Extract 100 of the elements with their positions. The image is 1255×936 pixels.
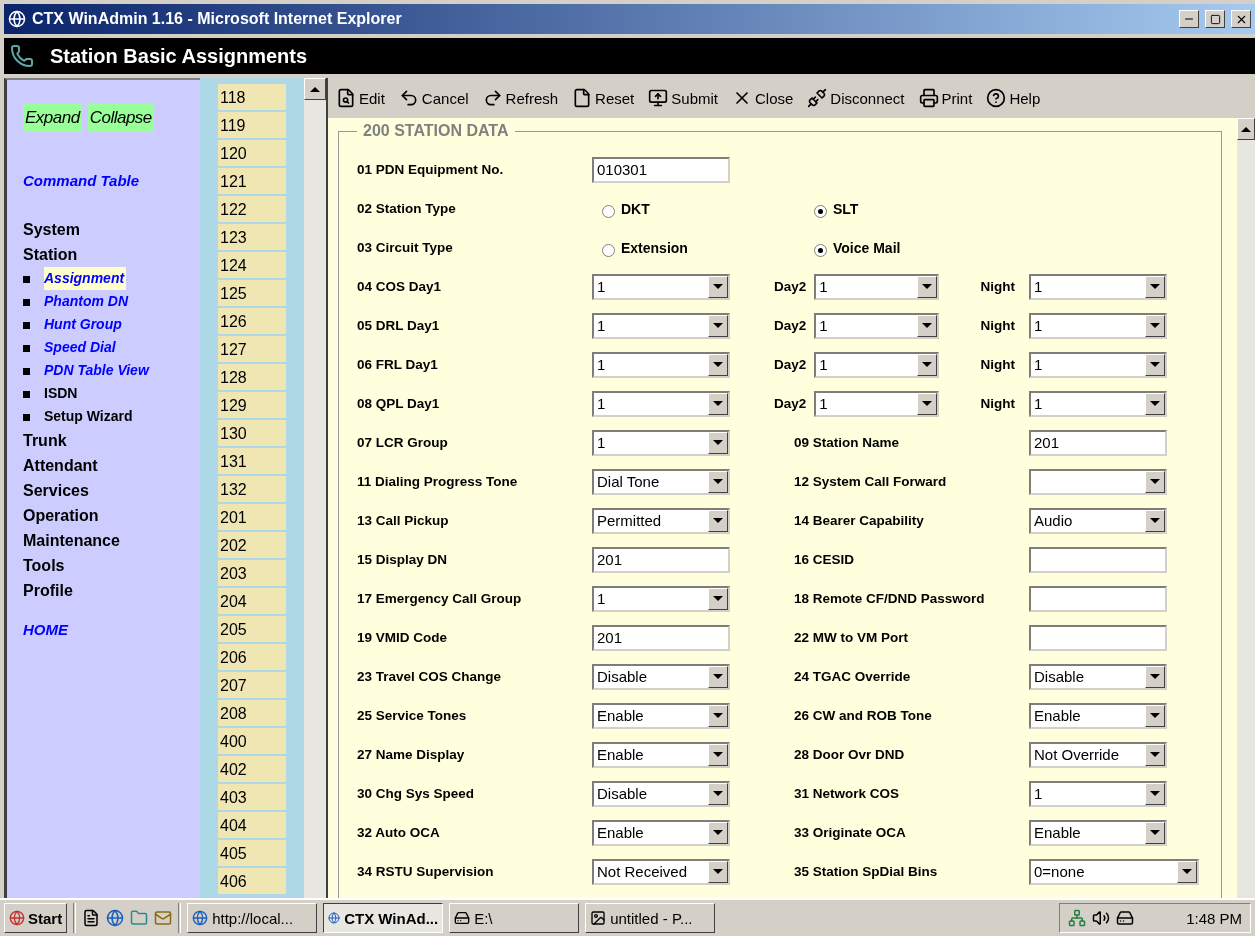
station-number[interactable]: 201 [218, 504, 286, 530]
station-number[interactable]: 202 [218, 532, 286, 558]
submenu-item[interactable]: Speed Dial [44, 336, 154, 359]
radio-option[interactable]: Voice Mail [814, 238, 901, 257]
station-number[interactable]: 132 [218, 476, 286, 502]
dropdown[interactable]: 1 [1029, 780, 1167, 807]
submenu-item[interactable]: PDN Table View [44, 359, 154, 382]
toolbar-button[interactable]: Edit [334, 86, 387, 110]
scroll-up-button[interactable] [1237, 118, 1255, 140]
toolbar-button[interactable]: Submit [646, 86, 720, 110]
dropdown[interactable]: 1 [814, 273, 940, 300]
maximize-button[interactable] [1205, 10, 1225, 28]
dropdown[interactable]: Disable [592, 663, 730, 690]
station-number[interactable]: 130 [218, 420, 286, 446]
menu-item[interactable]: Profile [23, 578, 200, 603]
station-number[interactable]: 206 [218, 644, 286, 670]
radio-button[interactable] [602, 205, 615, 218]
dropdown[interactable]: 1 [592, 585, 730, 612]
folder-icon[interactable] [130, 909, 149, 927]
text-field[interactable]: 201 [592, 624, 730, 651]
text-field[interactable]: 201 [1029, 429, 1167, 456]
menu-item[interactable]: Trunk [23, 428, 200, 453]
dropdown[interactable]: 1 [814, 351, 940, 378]
toolbar-button[interactable]: Reset [570, 86, 637, 110]
station-number[interactable]: 400 [218, 728, 286, 754]
station-number[interactable]: 131 [218, 448, 286, 474]
scroll-up-button[interactable] [304, 78, 326, 100]
dropdown[interactable]: Not Override [1029, 741, 1167, 768]
text-field[interactable] [1029, 546, 1167, 573]
station-number[interactable]: 120 [218, 140, 286, 166]
dropdown[interactable]: 1 [814, 390, 940, 417]
drive-icon[interactable] [1116, 909, 1134, 927]
dropdown[interactable]: 1 [592, 429, 730, 456]
dropdown[interactable]: 1 [592, 390, 730, 417]
station-number[interactable]: 125 [218, 280, 286, 306]
menu-item[interactable]: System [23, 217, 200, 242]
dropdown[interactable]: 1 [592, 351, 730, 378]
menu-item[interactable]: Station [23, 242, 200, 267]
station-number[interactable]: 203 [218, 560, 286, 586]
station-number[interactable]: 118 [218, 84, 286, 110]
browser-icon[interactable] [106, 909, 125, 927]
station-number[interactable]: 126 [218, 308, 286, 334]
start-button[interactable]: Start [4, 903, 68, 933]
text-field[interactable] [1029, 624, 1167, 651]
dropdown[interactable]: Permitted [592, 507, 730, 534]
station-number[interactable]: 124 [218, 252, 286, 278]
text-field[interactable]: 010301 [592, 156, 730, 183]
menu-item[interactable]: Maintenance [23, 528, 200, 553]
dropdown[interactable]: Disable [592, 780, 730, 807]
dropdown[interactable]: 1 [1029, 273, 1167, 300]
radio-option[interactable]: DKT [602, 199, 650, 218]
close-button[interactable] [1231, 10, 1251, 28]
minimize-button[interactable] [1179, 10, 1199, 28]
volume-icon[interactable] [1092, 909, 1110, 927]
station-number[interactable]: 123 [218, 224, 286, 250]
submenu-item[interactable]: ISDN [44, 382, 154, 405]
taskbar-task[interactable]: E:\ [449, 903, 580, 933]
menu-item[interactable]: Attendant [23, 453, 200, 478]
sidebar-button[interactable]: Expand [23, 104, 82, 132]
text-field[interactable]: 201 [592, 546, 730, 573]
dropdown[interactable]: Enable [592, 741, 730, 768]
radio-button[interactable] [814, 244, 827, 257]
taskbar-task[interactable]: untitled - P... [585, 903, 716, 933]
dropdown[interactable]: Enable [1029, 702, 1167, 729]
dropdown[interactable]: Dial Tone [592, 468, 730, 495]
dropdown[interactable]: 1 [1029, 390, 1167, 417]
radio-option[interactable]: Extension [602, 238, 688, 257]
radio-button[interactable] [602, 244, 615, 257]
dropdown[interactable]: Enable [592, 702, 730, 729]
toolbar-button[interactable]: Help [984, 86, 1043, 110]
dropdown[interactable] [1029, 468, 1167, 495]
submenu-item[interactable]: Assignment [44, 267, 127, 290]
taskbar-task[interactable]: http://local... [187, 903, 318, 933]
taskbar-task[interactable]: CTX WinAd... [323, 903, 444, 933]
submenu-item[interactable]: Phantom DN [44, 290, 154, 313]
submenu-item[interactable]: Setup Wizard [44, 405, 154, 428]
dropdown[interactable]: 1 [1029, 351, 1167, 378]
station-number[interactable]: 207 [218, 672, 286, 698]
station-number[interactable]: 205 [218, 616, 286, 642]
menu-item[interactable]: Operation [23, 503, 200, 528]
menu-item[interactable]: Services [23, 478, 200, 503]
dropdown[interactable]: 0=none [1029, 858, 1199, 885]
dropdown[interactable]: Disable [1029, 663, 1167, 690]
menu-item[interactable]: Tools [23, 553, 200, 578]
station-number[interactable]: 403 [218, 784, 286, 810]
dropdown[interactable]: 1 [1029, 312, 1167, 339]
station-number[interactable]: 121 [218, 168, 286, 194]
toolbar-button[interactable]: Refresh [480, 86, 561, 110]
station-number[interactable]: 128 [218, 364, 286, 390]
station-number[interactable]: 119 [218, 112, 286, 138]
station-number[interactable]: 405 [218, 840, 286, 866]
command-table-link[interactable]: Command Table [23, 172, 140, 189]
radio-button[interactable] [814, 205, 827, 218]
station-number[interactable]: 406 [218, 868, 286, 894]
desktop-icon[interactable] [82, 909, 101, 927]
dropdown[interactable]: 1 [814, 312, 940, 339]
dropdown[interactable]: 1 [592, 273, 730, 300]
station-number[interactable]: 402 [218, 756, 286, 782]
text-field[interactable] [1029, 585, 1167, 612]
submenu-item[interactable]: Hunt Group [44, 313, 154, 336]
